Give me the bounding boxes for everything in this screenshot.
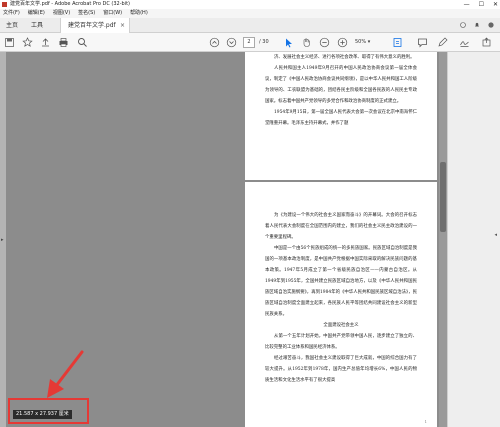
toolbar: 2 / 30 50% ▾ xyxy=(0,33,500,52)
acrobat-app-icon xyxy=(2,2,7,7)
zoom-out-icon[interactable] xyxy=(319,37,330,48)
highlight-pen-icon[interactable] xyxy=(437,37,448,48)
bookmark-star-icon[interactable] xyxy=(22,37,33,48)
page1-paragraph: 人民共和国主人1949年9月召开的中国人民政治协商会议第一届全体会议，制定了《中… xyxy=(265,66,417,104)
share-icon[interactable] xyxy=(481,37,492,48)
title-bar: 建党百年文学.pdf - Adobe Acrobat Pro DC (32-bi… xyxy=(0,0,500,9)
vertical-scrollbar[interactable] xyxy=(439,52,447,427)
window-controls: — ☐ ✕ xyxy=(464,0,498,9)
page-total: / 30 xyxy=(259,39,269,45)
zoom-in-icon[interactable] xyxy=(337,37,348,48)
upload-icon[interactable] xyxy=(40,37,51,48)
page-number-input[interactable]: 2 xyxy=(243,37,255,48)
tab-tools[interactable]: 工具 xyxy=(31,18,43,33)
pdf-page-1: 济、发展社会主义经济、进行各项社会改革、取得了有伟大意义的胜利。 人民共和国主人… xyxy=(245,52,437,180)
collapse-right-pane-icon[interactable]: ◂ xyxy=(494,232,497,238)
close-window-button[interactable]: ✕ xyxy=(493,0,498,9)
minimize-button[interactable]: — xyxy=(464,0,470,9)
zoom-value: 50% xyxy=(355,39,367,45)
menu-help[interactable]: 帮助(H) xyxy=(130,9,148,18)
tab-bar: 主页 工具 建党百年文学.pdf × xyxy=(0,18,500,33)
page1-paragraph: 济、发展社会主义经济、进行各项社会改革、取得了有伟大意义的胜利。 xyxy=(274,55,415,60)
tab-document[interactable]: 建党百年文学.pdf × xyxy=(60,18,130,33)
chevron-down-icon: ▾ xyxy=(367,39,371,45)
fit-page-icon[interactable] xyxy=(392,37,403,48)
page2-section-heading: 全面建设社会主义 xyxy=(323,323,359,328)
page2-paragraph: 中国是一个由56个民族组成的统一的多民族国家。民族区域自治制度是我国的一项基本政… xyxy=(265,246,417,317)
prev-page-icon[interactable] xyxy=(209,37,220,48)
account-icon[interactable] xyxy=(488,22,494,28)
menu-bar: 文件(F) 编辑(E) 视图(V) 签名(S) 窗口(W) 帮助(H) xyxy=(0,9,500,18)
maximize-button[interactable]: ☐ xyxy=(479,0,484,9)
zoom-select[interactable]: 50% ▾ xyxy=(355,37,379,48)
page2-paragraph: 从第一个五年计划开始，中国共产党带领中国人民，逐步建立了独立的、比较完整的工业体… xyxy=(265,334,417,350)
comment-icon[interactable] xyxy=(417,37,428,48)
find-icon[interactable] xyxy=(77,37,88,48)
close-tab-icon[interactable]: × xyxy=(120,18,125,33)
menu-window[interactable]: 窗口(W) xyxy=(103,9,122,18)
page2-paragraph: 为《为建设一个伟大的社会主义国家而奋斗》的开幕词。大会的召开标志着人民代表大会制… xyxy=(265,213,417,240)
sign-icon[interactable] xyxy=(459,37,470,48)
expand-left-pane-icon[interactable]: ▸ xyxy=(1,237,4,243)
help-icon[interactable] xyxy=(460,22,466,28)
select-cursor-icon[interactable] xyxy=(283,37,294,48)
tab-document-label: 建党百年文学.pdf xyxy=(68,22,116,29)
save-icon[interactable] xyxy=(4,37,15,48)
page2-paragraph: 经过艰苦奋斗，我国社会主义建设取得了巨大成就，中国的综合国力有了较大提升。从19… xyxy=(265,356,417,383)
tab-home[interactable]: 主页 xyxy=(6,18,18,33)
page1-paragraph: 1954年9月15日，第一届全国人民代表大会第一次会议在北京中南海怀仁堂隆重开幕… xyxy=(265,110,417,126)
menu-edit[interactable]: 编辑(E) xyxy=(28,9,45,18)
menu-sign[interactable]: 签名(S) xyxy=(78,9,95,18)
pdf-page-2: 为《为建设一个伟大的社会主义国家而奋斗》的开幕词。大会的召开标志着人民代表大会制… xyxy=(245,182,437,427)
menu-file[interactable]: 文件(F) xyxy=(3,9,20,18)
right-tools-pane[interactable]: ◂ xyxy=(447,52,500,427)
page-dimensions-status: 21.587 x 27.937 厘米 xyxy=(13,410,72,419)
window-title: 建党百年文学.pdf - Adobe Acrobat Pro DC (32-bi… xyxy=(10,1,131,7)
left-navigation-pane[interactable]: ▸ xyxy=(0,52,6,427)
next-page-icon[interactable] xyxy=(226,37,237,48)
menu-view[interactable]: 视图(V) xyxy=(53,9,70,18)
page-number-footer: 1 xyxy=(424,419,427,424)
tabbar-right-icons xyxy=(460,22,494,28)
notification-bell-icon[interactable] xyxy=(474,22,480,28)
scrollbar-thumb[interactable] xyxy=(440,162,446,232)
print-icon[interactable] xyxy=(58,37,69,48)
hand-icon[interactable] xyxy=(301,37,312,48)
